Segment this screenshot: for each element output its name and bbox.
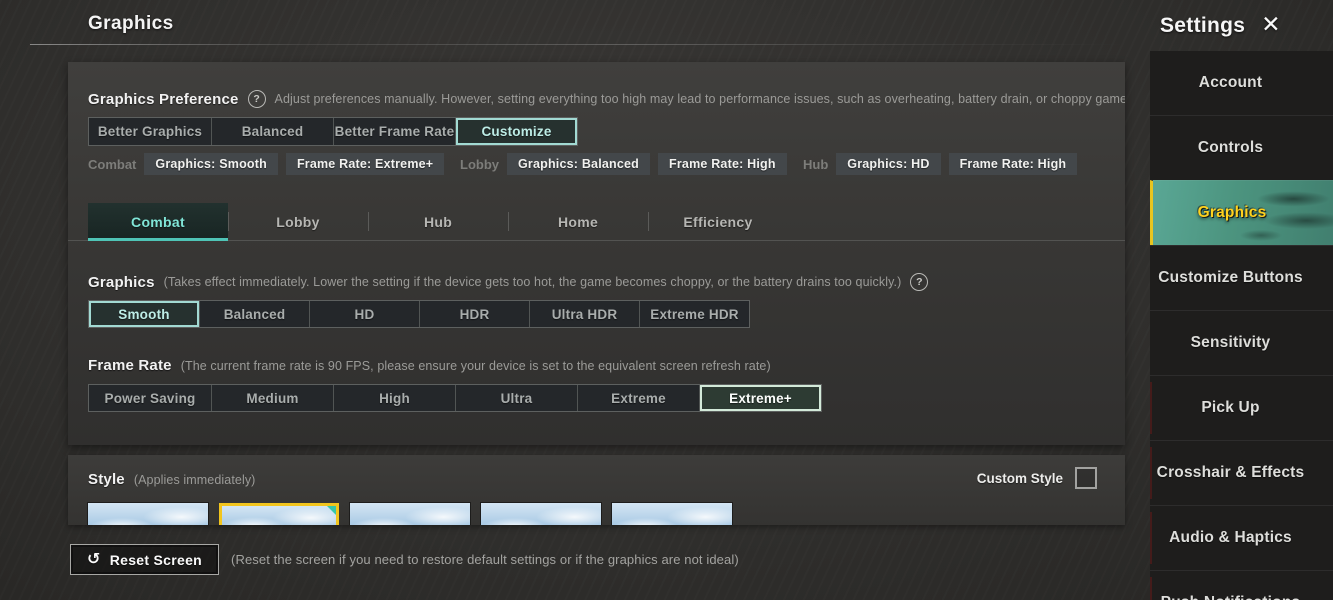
settings-title: Settings bbox=[1160, 14, 1245, 38]
sidebar-header: Settings ✕ bbox=[1150, 0, 1333, 52]
style-description: (Applies immediately) bbox=[134, 473, 256, 487]
frame-rate-option-extreme[interactable]: Extreme bbox=[577, 385, 699, 411]
tab-efficiency[interactable]: Efficiency bbox=[648, 203, 788, 240]
frame-rate-badge: Frame Rate: High bbox=[658, 153, 787, 175]
frame-rate-heading: Frame Rate bbox=[88, 357, 172, 374]
graphics-option-balanced[interactable]: Balanced bbox=[199, 301, 309, 327]
settings-sidebar: Settings ✕ Account Controls Graphics Cus… bbox=[1150, 0, 1333, 600]
preference-description: Adjust preferences manually. However, se… bbox=[275, 92, 1125, 106]
graphics-option-hdr[interactable]: HDR bbox=[419, 301, 529, 327]
style-thumbnail-2[interactable] bbox=[219, 503, 339, 525]
frame-rate-options: Power Saving Medium High Ultra Extreme E… bbox=[88, 384, 822, 412]
preference-option-balanced[interactable]: Balanced bbox=[211, 118, 333, 145]
sidebar-item-account[interactable]: Account bbox=[1150, 51, 1333, 115]
custom-style-label: Custom Style bbox=[977, 471, 1063, 486]
frame-rate-option-ultra[interactable]: Ultra bbox=[455, 385, 577, 411]
help-icon[interactable]: ? bbox=[248, 90, 266, 108]
frame-rate-badge: Frame Rate: High bbox=[949, 153, 1078, 175]
mode-tabs: Combat Lobby Hub Home Efficiency bbox=[68, 203, 1125, 241]
style-thumbnail-1[interactable] bbox=[88, 503, 208, 525]
frame-rate-description: (The current frame rate is 90 FPS, pleas… bbox=[181, 359, 771, 373]
sidebar-list: Account Controls Graphics Customize Butt… bbox=[1150, 51, 1333, 600]
sidebar-item-push-notifications[interactable]: Push Notifications bbox=[1150, 570, 1333, 600]
summary-lobby: Lobby Graphics: Balanced Frame Rate: Hig… bbox=[460, 153, 787, 175]
sidebar-item-sensitivity[interactable]: Sensitivity bbox=[1150, 310, 1333, 375]
preference-options: Better Graphics Balanced Better Frame Ra… bbox=[88, 117, 578, 146]
preference-option-customize[interactable]: Customize bbox=[455, 118, 577, 145]
graphics-settings-screen: Graphics Graphics Preference ? Adjust pr… bbox=[0, 0, 1333, 600]
style-panel: Style (Applies immediately) Custom Style bbox=[68, 455, 1125, 525]
sidebar-item-audio-haptics[interactable]: Audio & Haptics bbox=[1150, 505, 1333, 570]
summary-combat: Combat Graphics: Smooth Frame Rate: Extr… bbox=[88, 153, 444, 175]
frame-rate-option-extreme-plus[interactable]: Extreme+ bbox=[699, 385, 821, 411]
custom-style-checkbox[interactable] bbox=[1075, 467, 1097, 489]
tab-hub[interactable]: Hub bbox=[368, 203, 508, 240]
preference-option-better-graphics[interactable]: Better Graphics bbox=[89, 118, 211, 145]
tab-lobby[interactable]: Lobby bbox=[228, 203, 368, 240]
custom-style-control: Custom Style bbox=[977, 467, 1097, 489]
preference-heading: Graphics Preference bbox=[88, 91, 239, 108]
help-icon[interactable]: ? bbox=[910, 273, 928, 291]
preference-option-better-frame-rate[interactable]: Better Frame Rate bbox=[333, 118, 455, 145]
graphics-setting-description: (Takes effect immediately. Lower the set… bbox=[164, 275, 902, 289]
sidebar-item-customize-buttons[interactable]: Customize Buttons bbox=[1150, 245, 1333, 310]
graphics-option-ultra-hdr[interactable]: Ultra HDR bbox=[529, 301, 639, 327]
preference-summaries: Combat Graphics: Smooth Frame Rate: Extr… bbox=[68, 153, 1125, 177]
sidebar-item-controls[interactable]: Controls bbox=[1150, 115, 1333, 180]
sidebar-item-graphics[interactable]: Graphics bbox=[1150, 180, 1333, 245]
tab-combat[interactable]: Combat bbox=[88, 203, 228, 240]
sidebar-item-crosshair-effects[interactable]: Crosshair & Effects bbox=[1150, 440, 1333, 505]
summary-mode-label: Combat bbox=[88, 157, 136, 172]
close-icon[interactable]: ✕ bbox=[1261, 14, 1280, 37]
summary-mode-label: Lobby bbox=[460, 157, 499, 172]
style-thumbnail-4[interactable] bbox=[481, 503, 601, 525]
graphics-setting-heading: Graphics bbox=[88, 274, 155, 291]
graphics-quality-options: Smooth Balanced HD HDR Ultra HDR Extreme… bbox=[88, 300, 750, 328]
style-thumbnail-3[interactable] bbox=[350, 503, 470, 525]
reset-button-label: Reset Screen bbox=[110, 552, 202, 568]
summary-hub: Hub Graphics: HD Frame Rate: High bbox=[803, 153, 1077, 175]
style-heading: Style bbox=[88, 471, 125, 488]
tab-home[interactable]: Home bbox=[508, 203, 648, 240]
graphics-setting-header: Graphics (Takes effect immediately. Lowe… bbox=[88, 273, 1125, 291]
summary-mode-label: Hub bbox=[803, 157, 828, 172]
style-thumbnails bbox=[88, 503, 732, 525]
sidebar-item-pick-up[interactable]: Pick Up bbox=[1150, 375, 1333, 440]
frame-rate-option-power-saving[interactable]: Power Saving bbox=[89, 385, 211, 411]
style-thumbnail-5[interactable] bbox=[612, 503, 732, 525]
frame-rate-badge: Frame Rate: Extreme+ bbox=[286, 153, 444, 175]
style-header: Style (Applies immediately) bbox=[88, 471, 925, 488]
reset-icon: ↺ bbox=[87, 551, 101, 567]
reset-description: (Reset the screen if you need to restore… bbox=[231, 552, 739, 567]
graphics-badge: Graphics: Smooth bbox=[144, 153, 278, 175]
reset-row: ↺ Reset Screen (Reset the screen if you … bbox=[70, 544, 739, 575]
graphics-badge: Graphics: Balanced bbox=[507, 153, 650, 175]
graphics-option-smooth[interactable]: Smooth bbox=[89, 301, 199, 327]
graphics-badge: Graphics: HD bbox=[836, 153, 940, 175]
frame-rate-option-high[interactable]: High bbox=[333, 385, 455, 411]
graphics-option-hd[interactable]: HD bbox=[309, 301, 419, 327]
page-title: Graphics bbox=[88, 13, 174, 35]
preference-header: Graphics Preference ? Adjust preferences… bbox=[88, 90, 1125, 108]
graphics-option-extreme-hdr[interactable]: Extreme HDR bbox=[639, 301, 749, 327]
reset-screen-button[interactable]: ↺ Reset Screen bbox=[70, 544, 219, 575]
frame-rate-header: Frame Rate (The current frame rate is 90… bbox=[88, 357, 1125, 374]
title-divider bbox=[30, 44, 1125, 45]
frame-rate-option-medium[interactable]: Medium bbox=[211, 385, 333, 411]
graphics-main-panel: Graphics Preference ? Adjust preferences… bbox=[68, 62, 1125, 445]
